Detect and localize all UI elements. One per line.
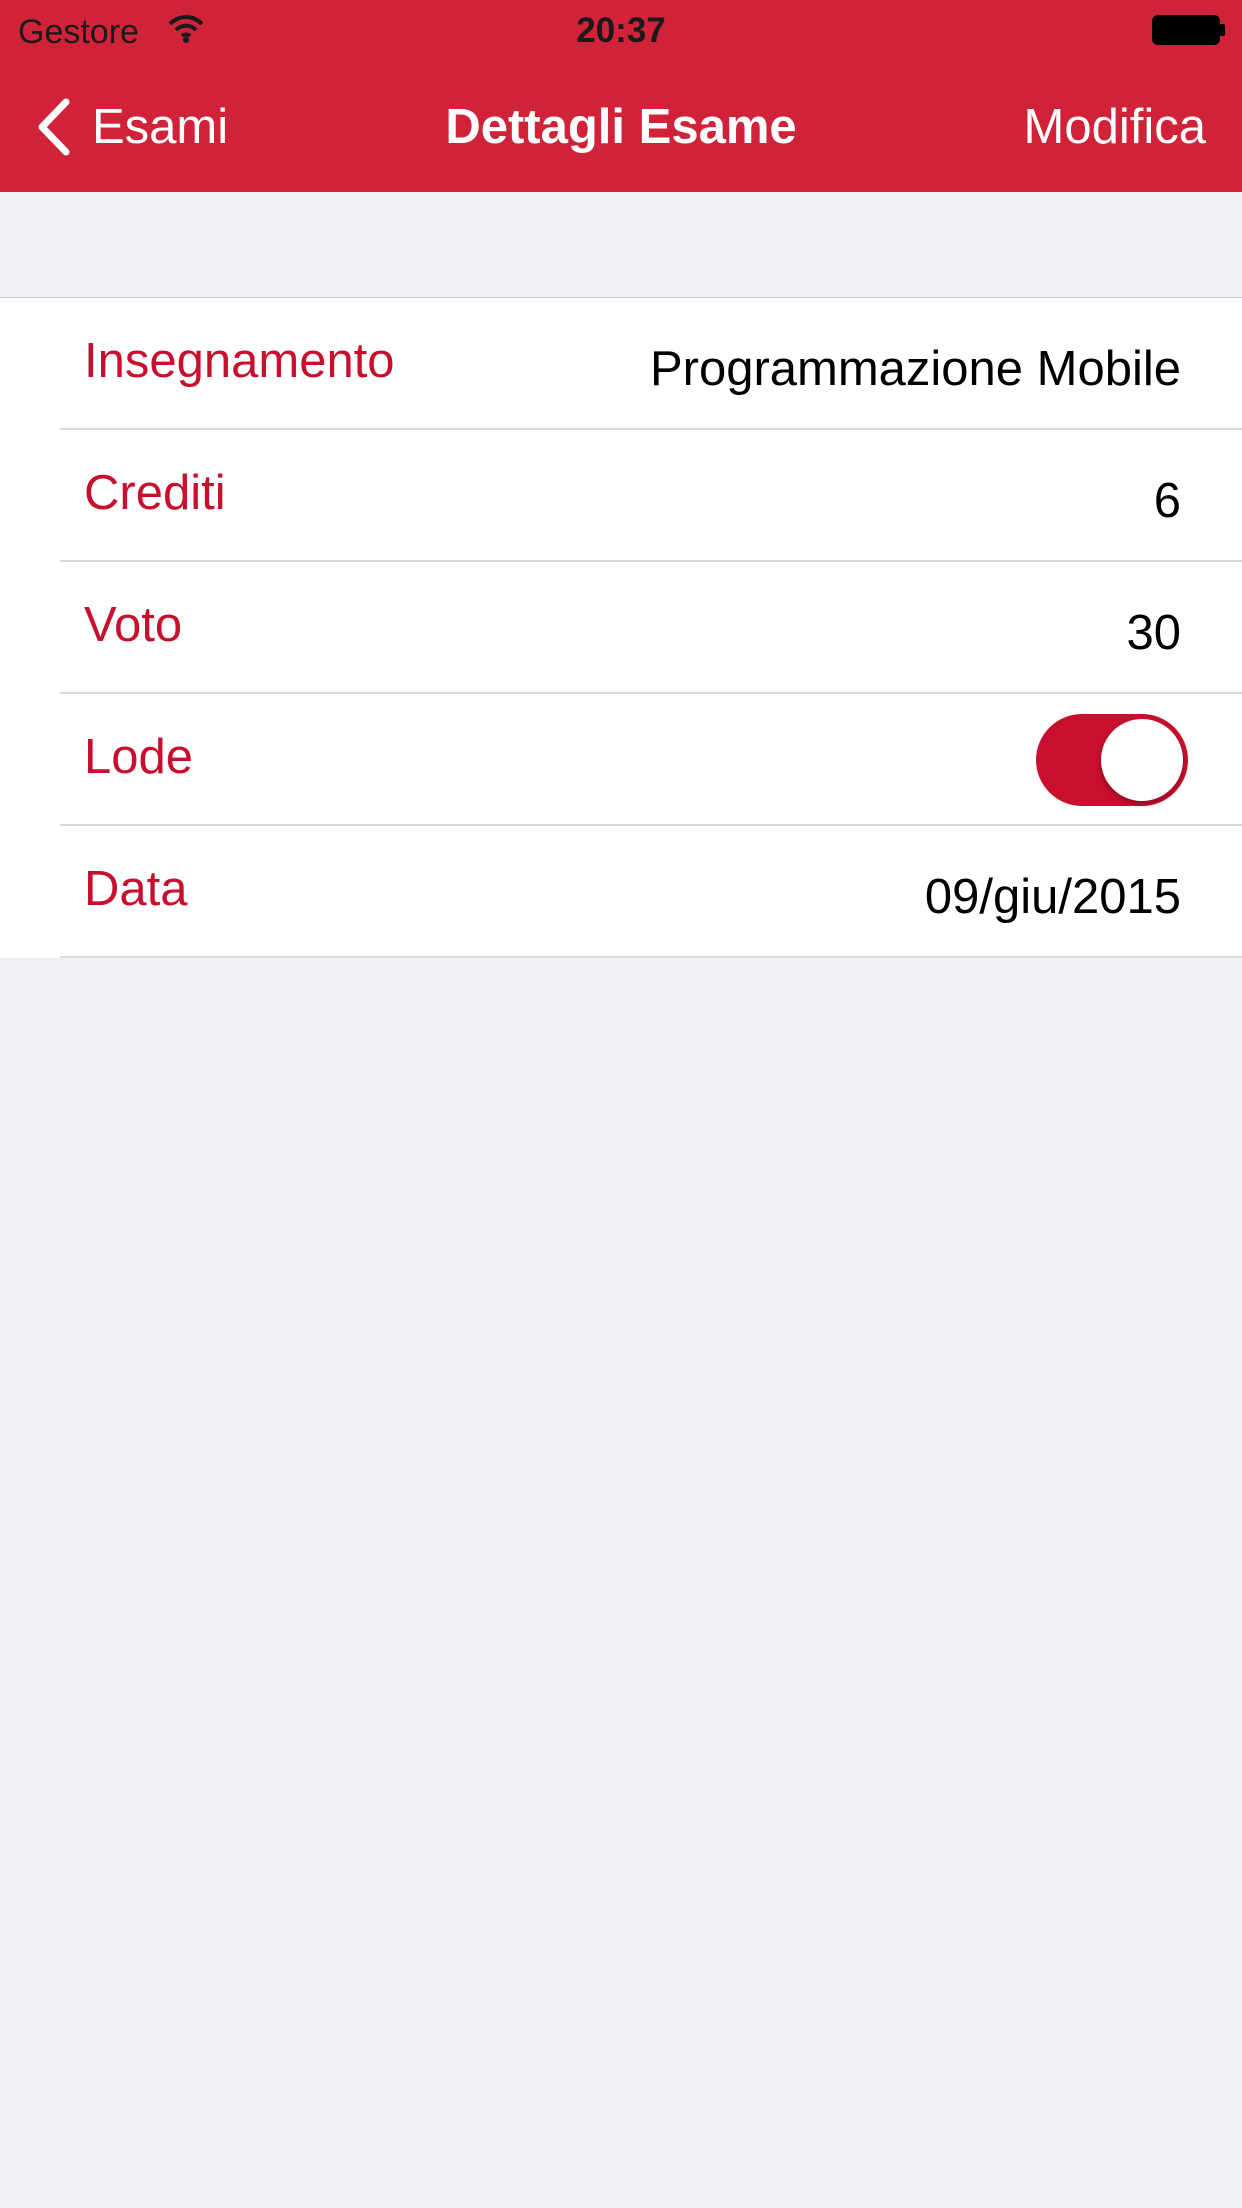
detail-row-lode: Lode <box>0 694 1242 826</box>
detail-label: Crediti <box>84 466 226 520</box>
detail-value: Programmazione Mobile <box>649 342 1181 396</box>
detail-label: Insegnamento <box>84 334 395 388</box>
navigation-bar: Esami Dettagli Esame Modifica <box>0 62 1242 192</box>
detail-label: Voto <box>84 598 183 652</box>
status-time: 20:37 <box>576 11 666 50</box>
detail-label: Data <box>84 862 188 916</box>
detail-row-insegnamento: Insegnamento Programmazione Mobile <box>0 298 1242 430</box>
detail-value: 6 <box>1153 474 1181 528</box>
detail-row-crediti: Crediti 6 <box>0 430 1242 562</box>
toggle-knob <box>1101 719 1183 801</box>
detail-value: 09/giu/2015 <box>924 870 1181 924</box>
detail-label: Lode <box>84 730 194 784</box>
battery-icon <box>1152 15 1226 45</box>
status-bar: Gestore 20:37 <box>0 0 1242 62</box>
edit-button[interactable]: Modifica <box>1024 94 1206 160</box>
exam-details-table: Insegnamento Programmazione Mobile Credi… <box>0 297 1242 958</box>
top-bar: Gestore 20:37 Esami Dettagli Esame Modif <box>0 0 1242 192</box>
detail-value: 30 <box>1126 606 1181 660</box>
detail-row-voto: Voto 30 <box>0 562 1242 694</box>
detail-row-data: Data 09/giu/2015 <box>0 826 1242 958</box>
lode-toggle[interactable] <box>1036 714 1188 806</box>
